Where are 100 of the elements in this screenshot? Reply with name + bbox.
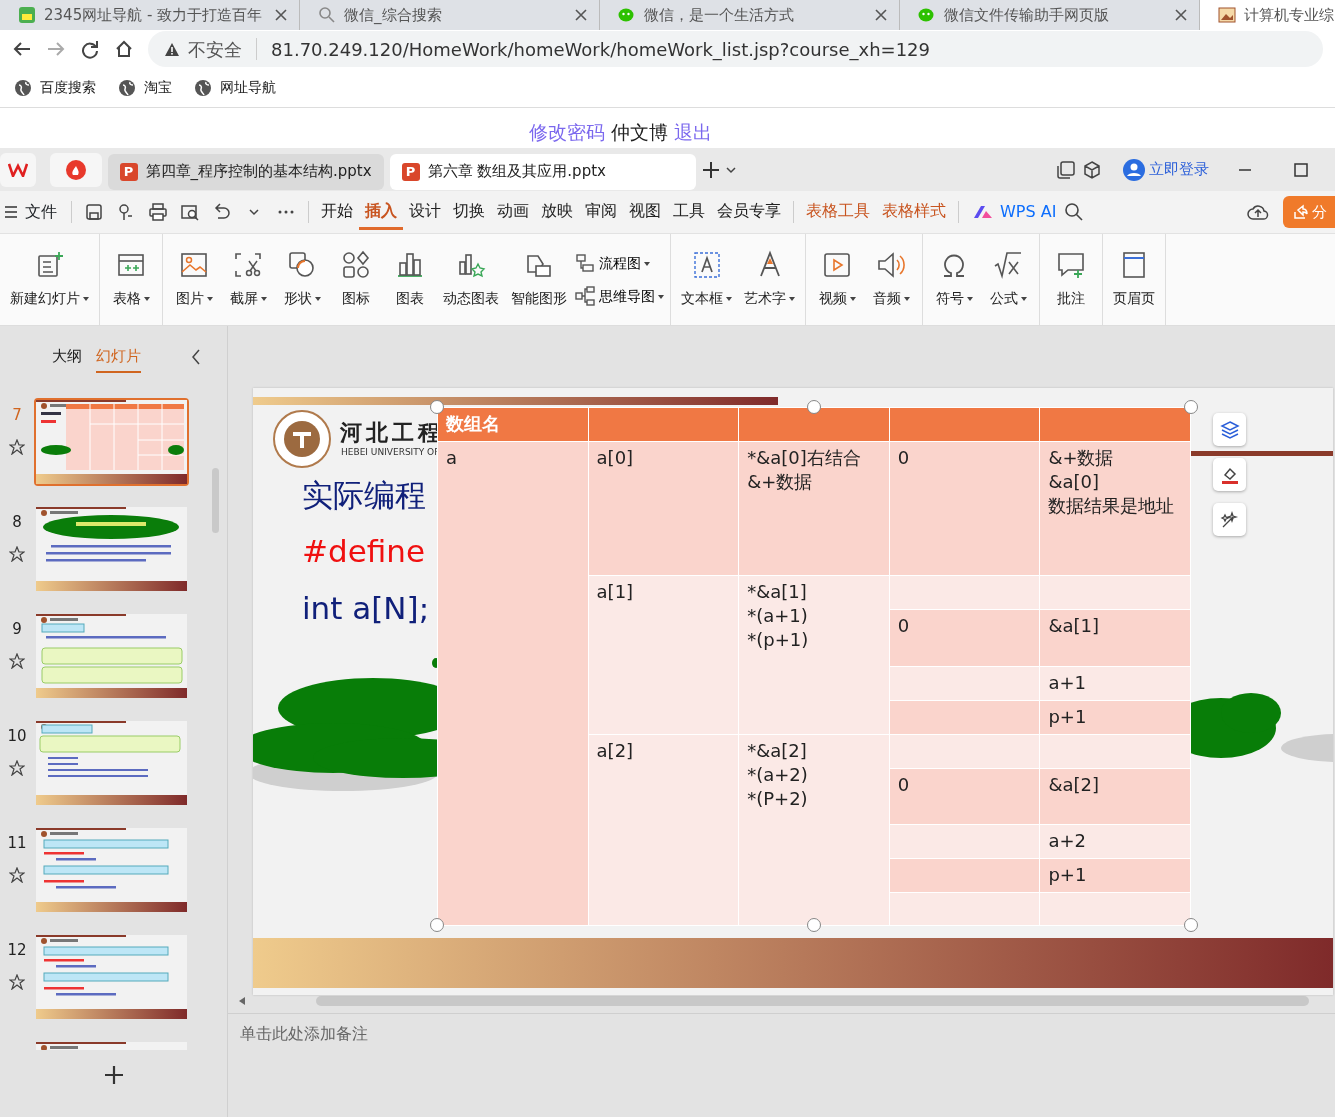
scrollbar-thumb[interactable] (212, 468, 219, 533)
caret-icon[interactable] (725, 165, 736, 174)
slide-thumbnail[interactable] (34, 612, 189, 700)
login-link[interactable]: 立即登录 (1122, 158, 1209, 181)
page-link[interactable]: 退出 (673, 117, 712, 146)
cube-icon[interactable] (1081, 159, 1102, 180)
resize-handle[interactable] (430, 918, 444, 932)
print-preview-icon[interactable] (180, 202, 200, 222)
browser-tab[interactable]: 计算机专业综 (1200, 0, 1335, 30)
menu-tab[interactable]: 表格工具 (800, 194, 876, 230)
star-icon[interactable] (9, 438, 25, 455)
ribbon-button[interactable]: 艺术字 (740, 246, 799, 313)
ribbon-button[interactable]: 动态图表 (439, 246, 503, 313)
ribbon-button[interactable]: 图片 (169, 246, 219, 313)
menu-tab[interactable]: 设计 (403, 194, 447, 230)
plus-icon[interactable] (701, 160, 720, 179)
reload-icon[interactable] (80, 39, 100, 59)
star-icon[interactable] (9, 652, 25, 669)
menu-tab[interactable]: 切换 (447, 194, 491, 230)
ribbon-button[interactable]: 形状 (277, 246, 327, 313)
menu-tab[interactable]: 视图 (623, 194, 667, 230)
menu-tab[interactable]: 审阅 (579, 194, 623, 230)
ribbon-button[interactable]: 文本框 (677, 246, 736, 313)
slide-thumbnail[interactable] (34, 398, 189, 486)
globe-icon (118, 78, 136, 97)
globe-icon (194, 78, 212, 97)
search-icon[interactable] (1063, 202, 1084, 222)
document-tab[interactable]: P 第四章_程序控制的基本结构.pptx (107, 153, 384, 190)
table-cell: a (437, 441, 589, 926)
menu-tab[interactable]: 工具 (667, 194, 711, 230)
slide-thumbnail[interactable] (34, 933, 189, 1021)
scrollbar-thumb[interactable] (316, 996, 1309, 1006)
ribbon-button[interactable]: 视频 (812, 246, 862, 313)
cloud-upload-icon[interactable] (1247, 203, 1270, 221)
slide-thumbnail[interactable] (34, 719, 189, 807)
plus-icon[interactable] (103, 1065, 124, 1085)
menu-tab[interactable]: 放映 (535, 194, 579, 230)
ribbon-button[interactable]: 图标 (331, 246, 381, 313)
save-icon[interactable] (84, 202, 104, 222)
star-icon[interactable] (9, 759, 25, 776)
ribbon-button[interactable]: 符号 (929, 246, 979, 313)
slide-thumbnail[interactable] (34, 826, 189, 914)
tool-button[interactable] (1213, 503, 1246, 536)
windows-icon[interactable] (1055, 159, 1076, 180)
browser-tab[interactable]: 微信_综合搜索 (300, 0, 600, 30)
page-link[interactable]: 修改密码 (528, 117, 605, 146)
menu-icon (5, 205, 17, 219)
tool-button[interactable] (1213, 413, 1246, 446)
ribbon-button[interactable]: 图表 (385, 246, 435, 313)
ai-button[interactable]: WPS AI (972, 200, 1057, 224)
ribbon-button[interactable]: 页眉页 (1109, 246, 1159, 313)
close-icon[interactable] (875, 9, 887, 21)
menu-tab[interactable]: 动画 (491, 194, 535, 230)
menu-tab[interactable]: 插入 (359, 194, 403, 230)
menu-tab[interactable]: 表格样式 (876, 194, 952, 230)
ribbon-button[interactable]: 公式 (983, 246, 1033, 313)
print-icon[interactable] (148, 202, 168, 222)
address-bar[interactable]: 不安全 81.70.249.120/HomeWork/homeWork/homeWork_list.jsp?course_xh=129 (148, 31, 1323, 67)
logo-icon (8, 162, 28, 177)
ribbon-button[interactable]: 流程图 (575, 252, 664, 274)
file-menu[interactable]: 文件 (4, 199, 65, 225)
resize-handle[interactable] (1184, 400, 1198, 414)
collapse-icon[interactable] (191, 349, 201, 365)
notes-field[interactable]: 单击此处添加备注 (228, 1013, 1335, 1117)
magic-wand-icon (1219, 509, 1240, 530)
ribbon-button[interactable]: 思维导图 (575, 285, 664, 307)
ribbon-button[interactable]: 表格 (106, 246, 156, 313)
bookmark-link[interactable]: 网址导航 (194, 77, 276, 98)
star-icon[interactable] (9, 545, 25, 562)
bookmark-link[interactable]: 淘宝 (118, 77, 172, 98)
slide-thumbnail[interactable] (34, 505, 189, 593)
star-icon[interactable] (9, 866, 25, 883)
ribbon-button[interactable]: 智能图形 (507, 246, 571, 313)
browser-tab[interactable]: 2345网址导航 - 致力于打造百年 (0, 0, 300, 30)
document-tab[interactable]: P 第六章 数组及其应用.pptx (389, 153, 696, 190)
bookmark-link[interactable]: 百度搜索 (14, 77, 96, 98)
resize-handle[interactable] (807, 400, 821, 414)
browser-tab[interactable]: 微信，是一个生活方式 (600, 0, 900, 30)
star-icon[interactable] (9, 973, 25, 990)
ribbon-button[interactable]: 截屏 (223, 246, 273, 313)
ribbon-button[interactable]: 批注 (1046, 246, 1096, 313)
close-icon[interactable] (575, 9, 587, 21)
app-tab[interactable] (49, 152, 102, 187)
home-icon[interactable] (114, 39, 134, 59)
undo-icon[interactable] (212, 202, 232, 222)
resize-handle[interactable] (1184, 918, 1198, 932)
panel-tab[interactable]: 大纲 (52, 340, 82, 374)
maximize-icon[interactable] (1293, 161, 1309, 178)
share-icon (1291, 204, 1308, 220)
ribbon-button[interactable]: 音频 (866, 246, 916, 313)
menu-tab[interactable]: 会员专享 (711, 194, 787, 230)
menu-tab[interactable]: 开始 (315, 194, 359, 230)
tool-button[interactable] (1213, 458, 1246, 491)
ribbon-button[interactable]: 新建幻灯片 (6, 246, 93, 313)
app-tab[interactable] (0, 152, 36, 187)
scroll-left-icon[interactable] (238, 997, 246, 1005)
resize-handle[interactable] (807, 918, 821, 932)
close-icon[interactable] (1175, 9, 1187, 21)
close-icon[interactable] (275, 9, 287, 21)
table-cell: p+1 (1039, 700, 1191, 735)
